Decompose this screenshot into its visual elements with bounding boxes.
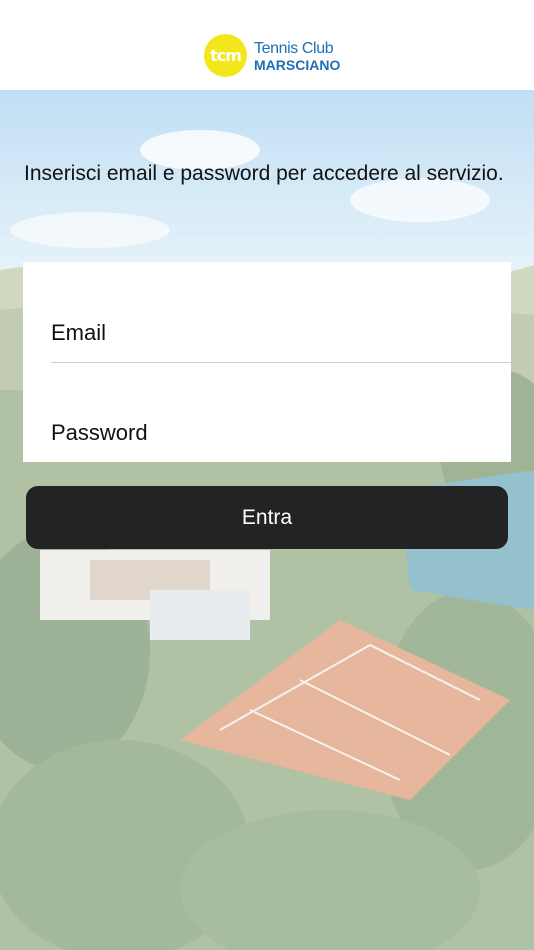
- logo-title: Tennis Club: [254, 40, 334, 57]
- logo-mark: tcm: [210, 46, 242, 65]
- password-field-container: [51, 362, 511, 462]
- login-button[interactable]: Entra: [26, 486, 508, 549]
- login-form: [23, 262, 511, 462]
- intro-text: Inserisci email e password per accedere …: [24, 162, 504, 185]
- email-input[interactable]: [51, 320, 491, 346]
- email-field-container: [51, 262, 511, 363]
- tennis-club-logo: tcm Tennis Club MARSCIANO: [204, 34, 340, 78]
- app-header: tcm Tennis Club MARSCIANO: [0, 0, 534, 90]
- login-screen: tcm Tennis Club MARSCIANO Inserisci emai…: [0, 0, 534, 950]
- password-input[interactable]: [51, 420, 491, 446]
- logo-subtitle: MARSCIANO: [254, 57, 341, 73]
